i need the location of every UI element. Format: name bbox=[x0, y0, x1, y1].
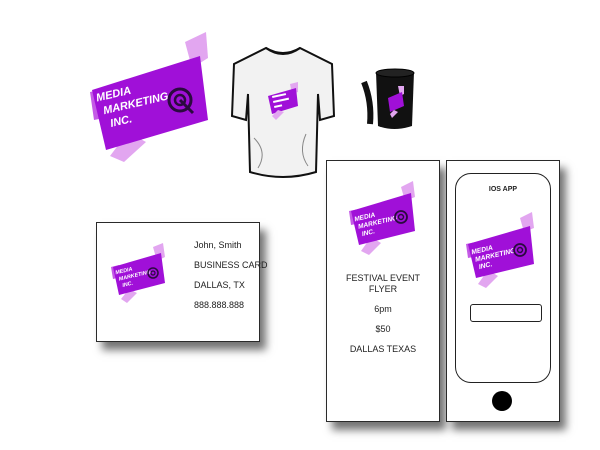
flyer-time: 6pm bbox=[374, 304, 392, 314]
flyer-line-2: FLYER bbox=[368, 284, 398, 294]
card-location: DALLAS, TX bbox=[194, 280, 245, 290]
business-card: MEDIA MARKETING INC. John, Smith BUSINES… bbox=[96, 222, 268, 342]
card-name: John, Smith bbox=[194, 240, 242, 250]
flyer-price: $50 bbox=[375, 324, 391, 334]
card-logo: MEDIA MARKETING INC. bbox=[111, 243, 165, 303]
flyer-logo: MEDIA MARKETING INC. bbox=[349, 181, 415, 255]
card-phone: 888.888.888 bbox=[194, 300, 245, 310]
phone-mockup: IOS APP MEDIA MARKETING INC. bbox=[446, 160, 560, 422]
flyer-line-1: FESTIVAL EVENT bbox=[345, 273, 421, 283]
home-button[interactable] bbox=[492, 391, 512, 411]
festival-flyer: MEDIA MARKETING INC. FESTIVAL EVENT FLYE… bbox=[326, 160, 440, 422]
tshirt-mockup bbox=[230, 46, 336, 178]
card-title: BUSINESS CARD bbox=[194, 260, 268, 270]
app-logo: MEDIA MARKETING INC. bbox=[466, 212, 534, 288]
media-marketing-logo: MEDIA MARKETING INC. bbox=[90, 32, 208, 162]
app-text-input[interactable] bbox=[470, 304, 542, 322]
phone-screen: IOS APP MEDIA MARKETING INC. bbox=[455, 173, 551, 383]
app-title: IOS APP bbox=[488, 186, 518, 193]
mug-mockup bbox=[361, 68, 415, 129]
flyer-location: DALLAS TEXAS bbox=[349, 344, 417, 354]
